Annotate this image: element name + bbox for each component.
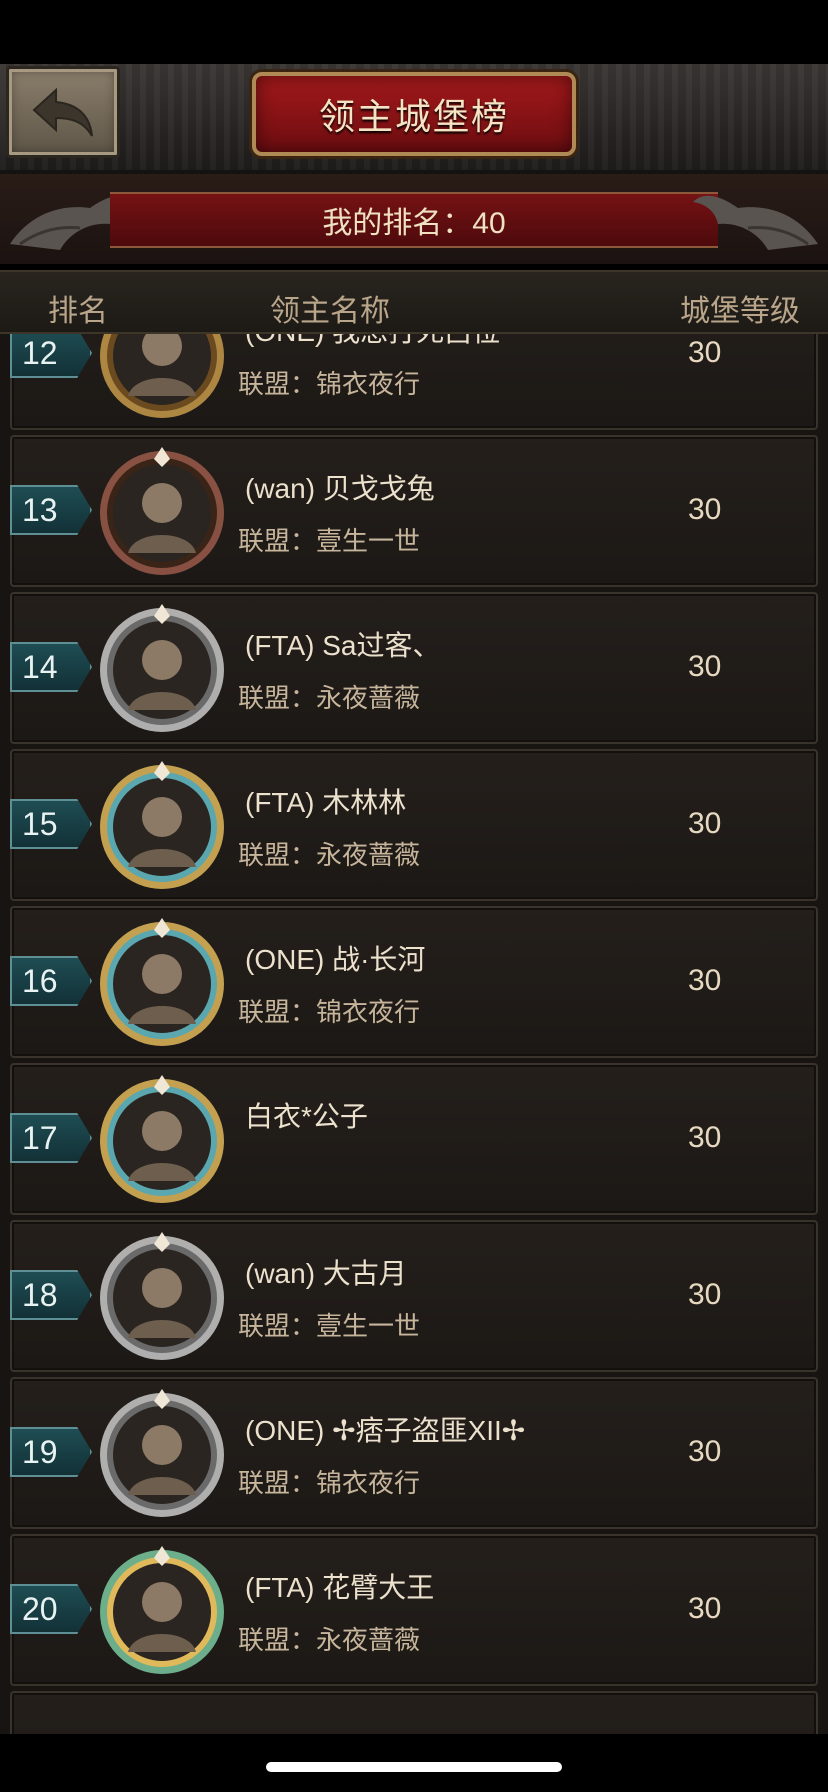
castle-level: 30 — [688, 1592, 722, 1625]
status-bar — [0, 0, 828, 64]
alliance-label: 联盟：永夜蔷薇 — [238, 1625, 421, 1655]
leaderboard-row[interactable]: 14 (FTA) Sa过客、联盟：永夜蔷薇 30 — [10, 592, 818, 744]
title-plate: 领主城堡榜 — [252, 72, 576, 156]
alliance-label: 联盟：壹生一世 — [238, 1311, 421, 1341]
castle-level: 30 — [688, 1278, 722, 1311]
rank-number: 19 — [22, 1433, 58, 1470]
top-header: 领主城堡榜 — [0, 64, 828, 174]
alliance-label: 联盟：锦衣夜行 — [238, 997, 421, 1027]
castle-level: 30 — [688, 807, 722, 840]
leaderboard-row[interactable]: 16 (ONE) 战·长河联盟：锦衣夜行 30 — [10, 906, 818, 1058]
avatar[interactable] — [94, 916, 230, 1052]
avatar[interactable] — [94, 1387, 230, 1523]
rank-number: 14 — [22, 648, 58, 685]
rank-number: 16 — [22, 962, 58, 999]
avatar[interactable] — [94, 445, 230, 581]
lord-name: (FTA) 木林林 — [245, 787, 407, 818]
lord-name: (ONE) ✢痞子盗匪XII✢ — [245, 1415, 526, 1446]
rank-tag: 12 — [10, 334, 92, 378]
dragon-ornament-icon — [693, 195, 818, 250]
avatar[interactable] — [94, 1544, 230, 1680]
avatar[interactable] — [94, 602, 230, 738]
rank-tag: 18 — [10, 1270, 92, 1320]
castle-level: 30 — [688, 964, 722, 997]
back-button[interactable] — [6, 66, 120, 158]
leaderboard-row[interactable]: 18 (wan) 大古月联盟：壹生一世 30 — [10, 1220, 818, 1372]
rank-number: 13 — [22, 491, 58, 528]
my-rank-bar: 我的排名：40 — [110, 192, 718, 248]
leaderboard-row[interactable]: 13 (wan) 贝戈戈兔联盟：壹生一世 30 — [10, 435, 818, 587]
lord-name: (FTA) Sa过客、 — [245, 630, 441, 661]
lord-name: (wan) 大古月 — [245, 1258, 407, 1289]
castle-level: 30 — [688, 1435, 722, 1468]
column-lord-name: 领主名称 — [270, 295, 390, 328]
alliance-label: 联盟：锦衣夜行 — [238, 1468, 421, 1498]
rank-tag: 14 — [10, 642, 92, 692]
leaderboard-row[interactable]: 20 (FTA) 花臂大王联盟：永夜蔷薇 30 — [10, 1534, 818, 1686]
lord-name: (ONE) 我想打死吕位 — [245, 334, 500, 350]
lord-name: (FTA) 花臂大王 — [245, 1572, 435, 1603]
avatar[interactable] — [94, 1073, 230, 1209]
leaderboard-row[interactable]: 15 (FTA) 木林林联盟：永夜蔷薇 30 — [10, 749, 818, 901]
rank-tag: 13 — [10, 485, 92, 535]
rank-tag: 15 — [10, 799, 92, 849]
castle-level: 30 — [688, 336, 722, 369]
lord-name: (wan) 贝戈戈兔 — [245, 473, 435, 504]
avatar[interactable] — [94, 1230, 230, 1366]
leaderboard-row[interactable]: 12 (ONE) 我想打死吕位联盟：锦衣夜行 30 — [10, 334, 818, 430]
back-arrow-icon — [32, 87, 93, 137]
leaderboard-list[interactable]: 12 (ONE) 我想打死吕位联盟：锦衣夜行 30 13 (wan) 贝戈戈兔联盟：壹生… — [0, 334, 828, 1734]
rank-number: 20 — [22, 1590, 58, 1627]
column-header: 排名 领主名称 城堡等级 — [0, 270, 828, 334]
alliance-label: 联盟：壹生一世 — [238, 526, 421, 556]
rank-tag: 19 — [10, 1427, 92, 1477]
column-castle-level: 城堡等级 — [680, 295, 800, 328]
home-indicator[interactable] — [266, 1762, 562, 1772]
rank-number: 15 — [22, 805, 58, 842]
lord-name: (ONE) 战·长河 — [245, 944, 426, 975]
alliance-label: 联盟：锦衣夜行 — [238, 369, 421, 399]
column-rank: 排名 — [48, 295, 108, 328]
my-rank-label: 我的排名：40 — [322, 207, 506, 240]
rank-tag: 17 — [10, 1113, 92, 1163]
lord-name: 白衣*公子 — [245, 1101, 368, 1132]
page-title: 领主城堡榜 — [318, 96, 509, 137]
avatar[interactable] — [94, 759, 230, 895]
leaderboard-row-partial[interactable] — [10, 1691, 818, 1734]
my-rank-banner: 我的排名：40 — [0, 174, 828, 264]
castle-level: 30 — [688, 1121, 722, 1154]
avatar[interactable] — [94, 334, 230, 424]
castle-level: 30 — [688, 650, 722, 683]
rank-number: 18 — [22, 1276, 58, 1313]
rank-tag: 16 — [10, 956, 92, 1006]
alliance-label: 联盟：永夜蔷薇 — [238, 683, 421, 713]
rank-number: 12 — [22, 334, 58, 371]
alliance-label: 联盟：永夜蔷薇 — [238, 840, 421, 870]
castle-level: 30 — [688, 493, 722, 526]
leaderboard-row[interactable]: 19 (ONE) ✢痞子盗匪XII✢ 联盟：锦衣夜行 30 — [10, 1377, 818, 1529]
leaderboard-row[interactable]: 17 白衣*公子 30 — [10, 1063, 818, 1215]
rank-number: 17 — [22, 1119, 58, 1156]
rank-tag: 20 — [10, 1584, 92, 1634]
